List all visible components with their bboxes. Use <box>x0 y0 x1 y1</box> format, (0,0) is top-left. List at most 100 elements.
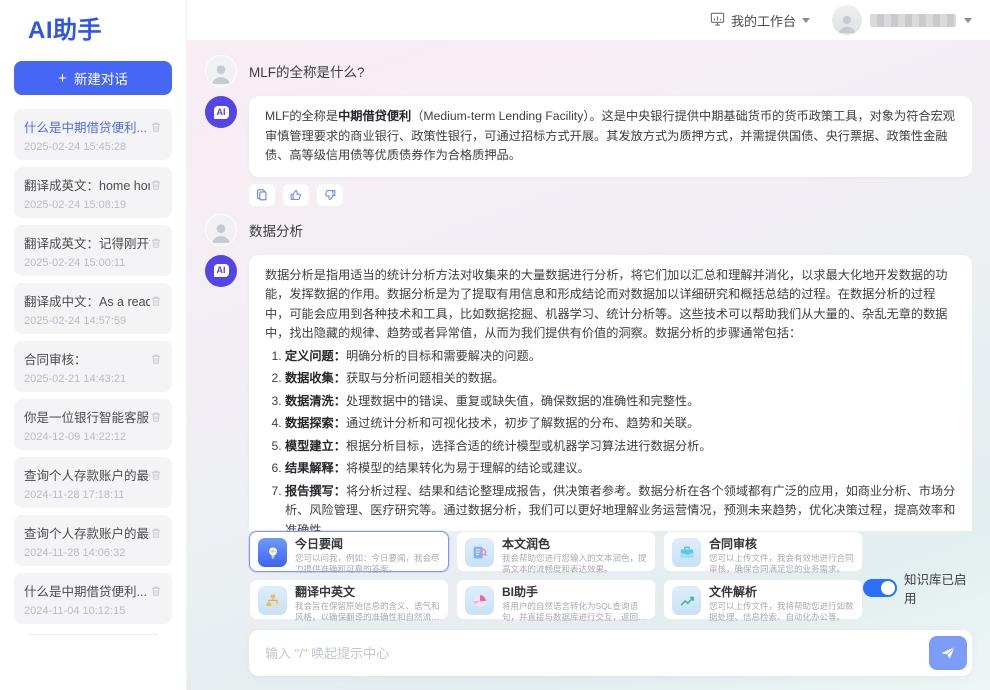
conversation-item[interactable]: 你是一位银行智能客服，... 2024-12-09 14:22:12 <box>14 399 172 450</box>
thumb-up-button[interactable] <box>283 184 309 206</box>
card-desc: 您可以上传文件，我会有效地进行合同审核，确保合同满足您的业务需求。 <box>709 553 854 576</box>
card-title: 合同审核 <box>709 537 854 552</box>
trash-icon[interactable] <box>150 179 162 191</box>
user-avatar <box>205 214 237 246</box>
composer <box>249 630 972 676</box>
trash-icon[interactable] <box>150 353 162 365</box>
quick-actions-section: 今日要闻 您可以问我，例如：今日要闻，我会尽力提供准确和可靠的答案。 本文润色 … <box>249 531 972 620</box>
chat-scroll-area[interactable]: MLF的全称是什么? AI MLF的全称是中期借贷便利（Medium-term … <box>205 50 972 531</box>
step-title: 定义问题： <box>285 349 346 363</box>
assistant-message-bubble: 数据分析是指用适当的统计分析方法对收集来的大量数据进行分析，将它们加以汇总和理解… <box>249 255 972 531</box>
app-logo: AI助手 <box>28 10 186 45</box>
card-title: 本文润色 <box>502 537 647 552</box>
trash-icon[interactable] <box>150 469 162 481</box>
conversation-item[interactable]: 翻译成英文：home home 2025-02-24 15:08:19 <box>14 167 172 218</box>
analysis-step: 结果解释：将模型的结果转化为易于理解的结论或建议。 <box>285 459 956 479</box>
analysis-step: 数据清洗：处理数据中的错误、重复或缺失值，确保数据的准确性和完整性。 <box>285 392 956 412</box>
step-desc: 根据分析目标，选择合适的统计模型或机器学习算法进行数据分析。 <box>346 439 712 453</box>
message-input[interactable] <box>263 645 929 662</box>
plus-icon: + <box>58 71 67 86</box>
trash-icon[interactable] <box>150 237 162 249</box>
conversation-time: 2024-11-28 17:18:11 <box>24 489 162 501</box>
card-desc: 将用户的自然语言转化为SQL查询语句，并直接与数据库进行交互，返回智能推荐的图表… <box>502 601 647 624</box>
step-title: 数据收集： <box>285 371 346 385</box>
trash-icon[interactable] <box>150 411 162 423</box>
conversation-item[interactable]: 合同审核： 2025-02-21 14:43:21 <box>14 341 172 392</box>
user-message-text: MLF的全称是什么? <box>249 61 365 81</box>
card-title: BI助手 <box>502 585 647 600</box>
user-message: MLF的全称是什么? <box>205 55 972 87</box>
conversation-item[interactable]: 什么是中期借贷便利... 2025-02-24 15:45:28 <box>14 109 172 160</box>
workspace-menu[interactable]: 我的工作台 <box>710 11 810 30</box>
ai-avatar: AI <box>205 96 237 128</box>
conversation-time: 2025-02-24 14:57:59 <box>24 315 162 327</box>
assistant-message: AI MLF的全称是中期借贷便利（Medium-term Lending Fac… <box>205 96 972 177</box>
trash-icon[interactable] <box>150 121 162 133</box>
sidebar: AI助手 + 新建对话 什么是中期借贷便利... 2025-02-24 15:4… <box>0 0 187 690</box>
chevron-down-icon <box>802 18 810 23</box>
new-chat-button[interactable]: + 新建对话 <box>14 61 172 95</box>
knowledge-base-toggle[interactable] <box>863 579 897 597</box>
step-desc: 将模型的结果转化为易于理解的结论或建议。 <box>346 461 590 475</box>
conversation-item[interactable]: 翻译成英文：记得刚开始... 2025-02-24 15:00:11 <box>14 225 172 276</box>
send-button[interactable] <box>929 636 967 670</box>
conversation-time: 2024-11-28 14:06:32 <box>24 547 162 559</box>
workspace-label: 我的工作台 <box>731 11 796 30</box>
user-menu[interactable] <box>832 5 972 35</box>
user-message: 数据分析 <box>205 214 972 246</box>
assistant-message-bubble: MLF的全称是中期借贷便利（Medium-term Lending Facili… <box>249 96 972 177</box>
thumb-down-button[interactable] <box>317 184 343 206</box>
conversation-time: 2025-02-24 15:08:19 <box>24 199 162 211</box>
card-contract-review[interactable]: 合同审核 您可以上传文件，我会有效地进行合同审核，确保合同满足您的业务需求。 <box>663 531 863 572</box>
card-desc: 我会旨在保留原始信息的含义、语气和风格，以确保翻译的准确性和自然流畅。 <box>295 601 440 624</box>
user-avatar[interactable] <box>832 5 862 35</box>
answer-bold-text: 中期借贷便利 <box>338 109 411 123</box>
trend-icon <box>672 586 701 615</box>
card-bi-assistant[interactable]: BI助手 将用户的自然语言转化为SQL查询语句，并直接与数据库进行交互，返回智能… <box>456 579 656 620</box>
card-desc: 我会帮助您进行您输入的文本润色，提高文本的流畅度和表达效果。 <box>502 553 647 576</box>
trash-icon[interactable] <box>150 295 162 307</box>
card-desc: 您可以问我，例如：今日要闻，我会尽力提供准确和可靠的答案。 <box>295 553 440 576</box>
briefcase-icon <box>672 538 701 567</box>
card-title: 今日要闻 <box>295 537 440 552</box>
chat-main: MLF的全称是什么? AI MLF的全称是中期借贷便利（Medium-term … <box>187 40 990 690</box>
conversation-title: 你是一位银行智能客服，... <box>24 407 150 426</box>
trash-icon[interactable] <box>150 585 162 597</box>
new-chat-label: 新建对话 <box>74 68 128 88</box>
card-text-polish[interactable]: 本文润色 我会帮助您进行您输入的文本润色，提高文本的流畅度和表达效果。 <box>456 531 656 572</box>
card-title: 文件解析 <box>709 585 854 600</box>
conversation-item[interactable]: 查询个人存款账户的最新... 2024-11-28 17:18:11 <box>14 457 172 508</box>
conversation-title: 翻译成英文：home home <box>24 175 150 194</box>
conversation-title: 合同审核： <box>24 349 87 368</box>
conversation-item[interactable]: 什么是中期借贷便利... 2024-11-04 10:12:15 <box>14 573 172 624</box>
conversation-list: 什么是中期借贷便利... 2025-02-24 15:45:28 翻译成英文：h… <box>0 109 186 635</box>
analysis-step: 数据收集：获取与分析问题相关的数据。 <box>285 369 956 389</box>
conversation-time: 2024-11-04 10:12:15 <box>24 605 162 617</box>
conversation-title: 翻译成英文：记得刚开始... <box>24 233 150 252</box>
card-translate[interactable]: 翻译中英文 我会旨在保留原始信息的含义、语气和风格，以确保翻译的准确性和自然流畅… <box>249 579 449 620</box>
copy-button[interactable] <box>249 184 275 206</box>
analysis-step: 报告撰写：将分析过程、结果和结论整理成报告，供决策者参考。数据分析在各个领域都有… <box>285 482 956 531</box>
conversation-title: 查询个人存款账户的最新... <box>24 465 150 484</box>
card-title: 翻译中英文 <box>295 585 440 600</box>
user-message-text: 数据分析 <box>249 220 303 240</box>
monitor-icon <box>710 11 725 29</box>
card-file-parse[interactable]: 文件解析 您可以上传文件，我将帮助您进行如数据处理、信息检索、自动化办公等。 <box>663 579 863 620</box>
card-desc: 您可以上传文件，我将帮助您进行如数据处理、信息检索、自动化办公等。 <box>709 601 854 624</box>
analysis-step: 数据探索：通过统计分析和可视化技术，初步了解数据的分布、趋势和关联。 <box>285 414 956 434</box>
conversation-time: 2024-12-09 14:22:12 <box>24 431 162 443</box>
step-desc: 获取与分析问题相关的数据。 <box>346 371 504 385</box>
conversation-item[interactable]: 翻译成中文：As a reader... 2025-02-24 14:57:59 <box>14 283 172 334</box>
quick-action-cards: 今日要闻 您可以问我，例如：今日要闻，我会尽力提供准确和可靠的答案。 本文润色 … <box>249 531 863 620</box>
card-today-news[interactable]: 今日要闻 您可以问我，例如：今日要闻，我会尽力提供准确和可靠的答案。 <box>249 531 449 572</box>
step-title: 数据清洗： <box>285 394 346 408</box>
trash-icon[interactable] <box>150 527 162 539</box>
analysis-steps-list: 定义问题：明确分析的目标和需要解决的问题。 数据收集：获取与分析问题相关的数据。… <box>265 347 956 531</box>
step-title: 报告撰写： <box>285 484 346 498</box>
ai-badge: AI <box>214 106 229 119</box>
user-name-redacted <box>870 14 956 27</box>
conversation-item[interactable]: 查询个人存款账户的最新... 2024-11-28 14:06:32 <box>14 515 172 566</box>
paper-plane-icon <box>939 644 957 662</box>
step-title: 模型建立： <box>285 439 346 453</box>
answer-text: MLF的全称是 <box>265 109 338 123</box>
